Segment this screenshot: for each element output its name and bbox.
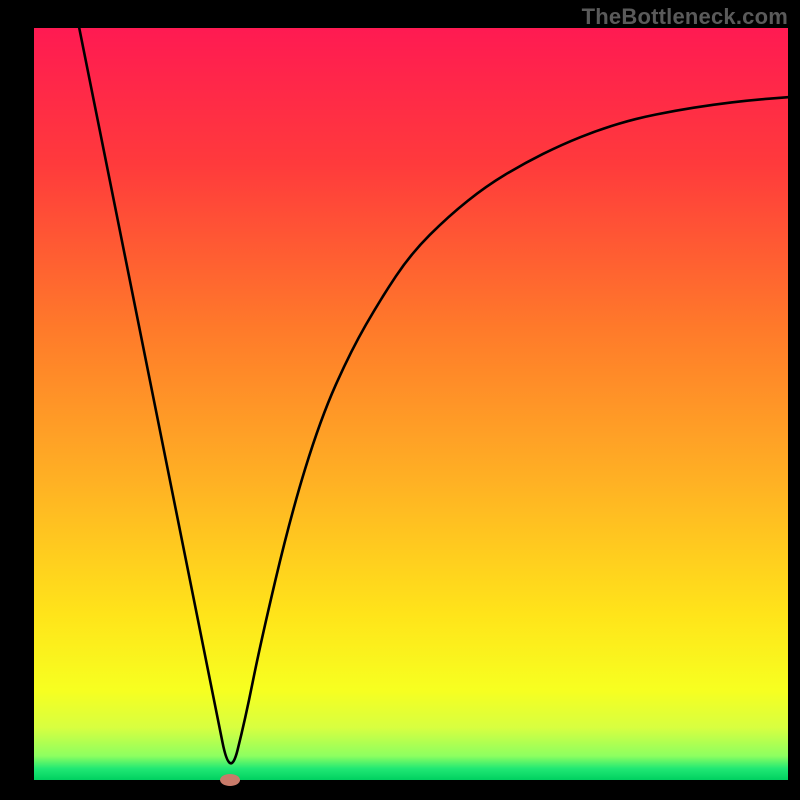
watermark-text: TheBottleneck.com <box>582 4 788 30</box>
optimum-marker <box>220 774 240 786</box>
bottleneck-chart <box>0 0 800 800</box>
chart-frame: TheBottleneck.com <box>0 0 800 800</box>
plot-area <box>34 28 788 780</box>
